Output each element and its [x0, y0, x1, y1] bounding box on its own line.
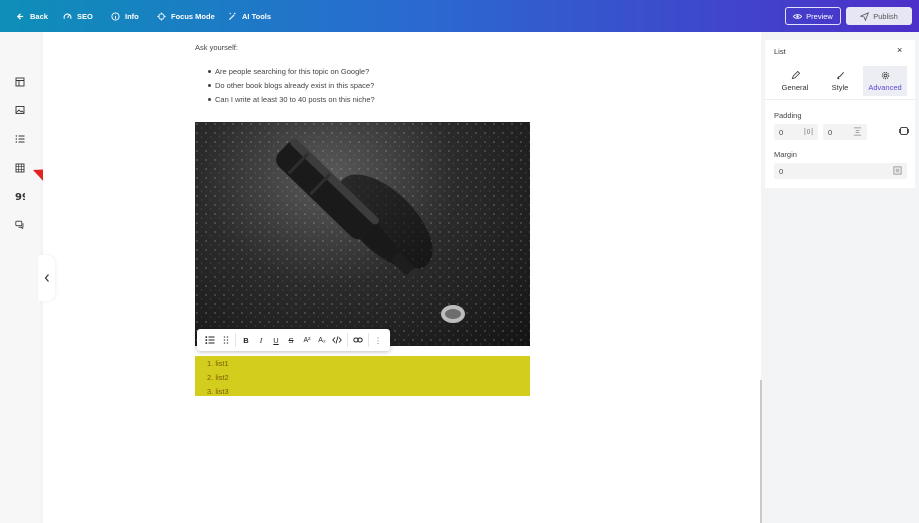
preview-button[interactable]: Preview	[785, 7, 841, 25]
focus-mode-button[interactable]: Focus Mode	[157, 0, 215, 32]
magic-wand-icon	[228, 12, 236, 20]
gear-icon	[881, 71, 889, 79]
layout-icon	[15, 77, 25, 87]
close-panel-button[interactable]: ×	[897, 45, 902, 55]
bold-button[interactable]: B	[241, 334, 251, 346]
margin-value: 0	[779, 166, 784, 176]
quote-tool-button[interactable]: 99	[13, 189, 27, 203]
arrow-left-icon	[16, 12, 24, 20]
italic-button[interactable]: I	[256, 334, 266, 346]
link-button[interactable]	[352, 334, 364, 346]
list-style-button[interactable]	[203, 334, 217, 346]
pencil-icon	[791, 70, 800, 79]
seo-button[interactable]: SEO	[63, 0, 93, 32]
ai-tools-label: AI Tools	[242, 11, 272, 21]
paragraph-text[interactable]: Ask yourself:	[195, 43, 238, 52]
back-button[interactable]: Back	[16, 0, 48, 32]
preview-label: Preview	[806, 11, 833, 21]
drag-handle-icon	[223, 336, 229, 344]
info-button[interactable]: Info	[111, 0, 139, 32]
list-item[interactable]: 3. list3	[207, 386, 229, 400]
seo-label: SEO	[77, 11, 93, 21]
publish-label: Publish	[873, 11, 898, 21]
scrollbar[interactable]	[760, 380, 762, 523]
tab-general-label: General	[781, 82, 809, 92]
tab-style[interactable]: Style	[818, 66, 862, 96]
link-padding-icon[interactable]	[899, 126, 909, 136]
padding-left-value: 0	[779, 127, 784, 137]
subscript-button[interactable]: A₂	[316, 334, 328, 346]
collapse-sidebar-button[interactable]	[38, 255, 55, 301]
info-label: Info	[125, 11, 139, 21]
link-icon	[353, 337, 363, 343]
tab-advanced[interactable]: Advanced	[863, 66, 907, 96]
top-bar: Back SEO Info Focus Mode AI Tools Previe…	[0, 0, 919, 32]
panel-divider	[765, 99, 915, 100]
margin-input[interactable]: 0	[774, 163, 907, 179]
bottle-photo[interactable]	[195, 122, 530, 346]
list-item: Do other book blogs already exist in thi…	[208, 81, 375, 95]
list-icon	[15, 135, 25, 143]
table-icon	[15, 163, 25, 173]
tab-advanced-label: Advanced	[868, 82, 902, 92]
comment-tool-button[interactable]	[13, 218, 27, 232]
horizontal-padding-icon	[804, 127, 813, 136]
send-icon	[860, 11, 870, 21]
layout-tool-button[interactable]	[13, 75, 27, 89]
image-icon	[15, 106, 25, 114]
tab-general[interactable]: General	[773, 66, 817, 96]
image-tool-button[interactable]	[13, 103, 27, 117]
editor-canvas: Ask yourself: Are people searching for t…	[43, 32, 761, 523]
list-item[interactable]: 2. list2	[207, 372, 229, 386]
padding-right-input[interactable]: 0	[823, 124, 867, 140]
back-label: Back	[30, 11, 48, 21]
bullet-list[interactable]: Are people searching for this topic on G…	[208, 67, 375, 109]
panel-title: List	[774, 47, 786, 56]
settings-panel: List × General Style Advanced Padding 0 …	[765, 40, 915, 188]
info-icon	[111, 11, 120, 21]
margin-box-icon	[893, 166, 902, 175]
code-icon	[332, 336, 342, 344]
toolbar-divider	[235, 333, 236, 347]
list-item: Can I write at least 30 to 40 posts on t…	[208, 95, 375, 109]
superscript-button[interactable]: A²	[301, 334, 313, 346]
format-toolbar: B I U S A² A₂ ⋮	[197, 329, 390, 351]
brush-icon	[836, 71, 844, 79]
bottle-illustration	[195, 122, 530, 346]
focus-mode-label: Focus Mode	[171, 11, 215, 21]
padding-right-value: 0	[828, 127, 833, 137]
toolbar-divider	[368, 333, 369, 347]
tab-style-label: Style	[831, 82, 849, 92]
margin-label: Margin	[774, 150, 797, 159]
crosshair-icon	[157, 11, 166, 21]
ordered-list: 1. list1 2. list2 3. list3	[207, 358, 229, 400]
table-tool-button[interactable]	[13, 161, 27, 175]
eye-icon	[793, 13, 803, 19]
list-icon	[205, 336, 215, 344]
svg-text:99: 99	[15, 192, 25, 201]
padding-left-input[interactable]: 0	[774, 124, 818, 140]
strikethrough-button[interactable]: S	[286, 334, 296, 346]
code-button[interactable]	[331, 334, 343, 346]
vertical-padding-icon	[853, 127, 862, 136]
drag-handle[interactable]	[221, 334, 231, 346]
comment-icon	[15, 220, 24, 230]
ai-tools-button[interactable]: AI Tools	[228, 0, 271, 32]
gauge-icon	[63, 13, 72, 19]
padding-label: Padding	[774, 111, 802, 120]
chevron-left-icon	[44, 274, 49, 282]
list-item: Are people searching for this topic on G…	[208, 67, 375, 81]
underline-button[interactable]: U	[271, 334, 281, 346]
quote-icon: 99	[15, 192, 25, 201]
ordered-list-block[interactable]: 1. list1 2. list2 3. list3	[195, 356, 530, 396]
list-tool-button[interactable]	[13, 132, 27, 146]
more-options-button[interactable]: ⋮	[373, 334, 383, 346]
publish-button[interactable]: Publish	[846, 7, 912, 25]
list-item[interactable]: 1. list1	[207, 358, 229, 372]
toolbar-divider	[347, 333, 348, 347]
left-toolbar: 99	[0, 32, 40, 523]
